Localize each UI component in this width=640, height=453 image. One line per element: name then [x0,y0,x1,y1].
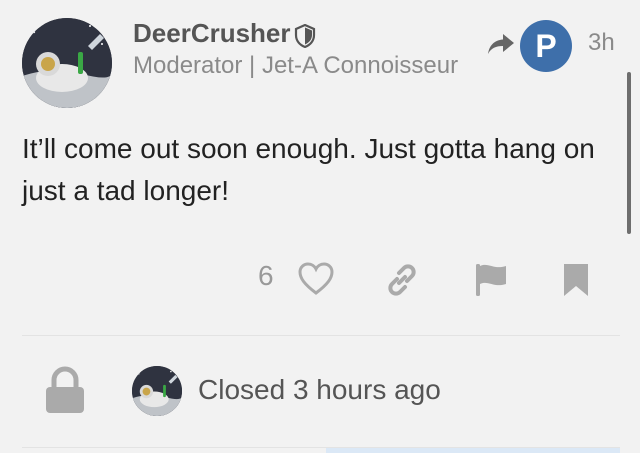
scrollbar-thumb[interactable] [627,72,631,234]
astronaut-avatar-image [132,366,182,416]
shield-icon [294,24,316,48]
lock-icon [46,366,84,413]
user-avatar[interactable] [22,18,112,108]
bookmark-icon[interactable] [562,262,590,298]
closed-by-avatar[interactable] [132,366,182,416]
reply-to-avatar[interactable]: P [520,20,572,72]
post-date[interactable]: 3h [588,29,615,57]
user-title: Moderator | Jet-A Connoisseur [133,52,459,79]
heart-icon[interactable] [298,262,334,296]
topic-closed-notice: Closed 3 hours ago [198,374,441,405]
post-divider [22,335,620,336]
link-icon[interactable] [384,262,420,298]
flag-icon[interactable] [474,262,508,298]
post-body: It’ll come out soon enough. Just gotta h… [22,133,595,206]
username[interactable]: DeerCrusher [133,18,291,49]
topic-post: DeerCrusher Moderator | Jet-A Connoisseu… [0,0,640,453]
reply-arrow-icon[interactable] [486,32,516,56]
astronaut-avatar-image [22,18,112,108]
like-count[interactable]: 6 [258,260,274,292]
selection-strip [326,448,620,453]
